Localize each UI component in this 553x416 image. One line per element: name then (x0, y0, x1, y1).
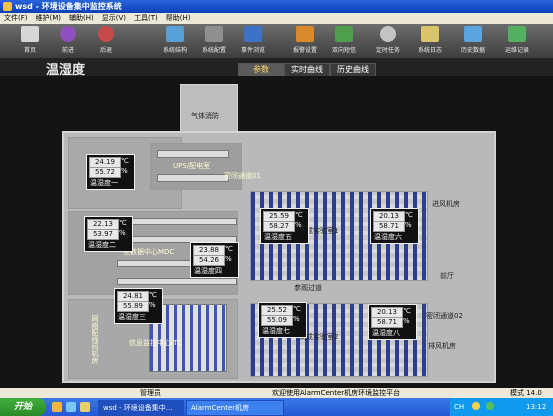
room-fire-protection: 气体消防 (180, 84, 238, 136)
menu-bar: 文件(F) 维护(M) 辅助(H) 显示(V) 工具(T) 帮助(H) (0, 13, 553, 24)
menu-assist[interactable]: 辅助(H) (65, 13, 98, 24)
sensor-3[interactable]: 24.81 ℃ 55.89% 温湿度三 (114, 288, 163, 324)
two-way-sms-button[interactable]: 双向短信 (327, 26, 361, 56)
history-icon (464, 26, 482, 42)
room-label-exhaust: 排风机房 (428, 342, 456, 350)
home-button[interactable]: 首页 (12, 26, 48, 56)
timer-icon (380, 26, 396, 42)
task-alarmcenter-window[interactable]: AlarmCenter机房 (186, 400, 284, 416)
system-structure-button[interactable]: 系统结构 (158, 26, 192, 56)
sensor-8[interactable]: 20.13 ℃ 58.71% 温湿度八 (368, 304, 417, 340)
room-label-ups: UPS/配电室 (173, 162, 211, 170)
forward-button[interactable]: 前进 (50, 26, 86, 56)
task-monitor-window[interactable]: wsd - 环境设备集中... (98, 400, 184, 416)
room-label-inlet: 进风机房 (432, 200, 460, 208)
room-label-lobby: 前厅 (440, 272, 454, 280)
menu-tools[interactable]: 工具(T) (130, 13, 162, 24)
app-icon (3, 2, 12, 11)
ie-icon[interactable] (52, 402, 62, 412)
menu-help[interactable]: 帮助(H) (162, 13, 195, 24)
sensor-6[interactable]: 20.13 ℃ 58.71% 温湿度六 (370, 208, 419, 244)
window-title: wsd - 环境设备集中监控系统 (15, 2, 122, 11)
sensor-5[interactable]: 25.59 ℃ 58.27% 温湿度五 (260, 208, 309, 244)
toolbar: 首页 前进 后退 系统结构 系统配置 事件浏览 报警设置 双向短信 定时任务 系… (0, 24, 553, 58)
menu-file[interactable]: 文件(F) (0, 13, 32, 24)
window-titlebar: wsd - 环境设备集中监控系统 (0, 0, 553, 13)
history-data-button[interactable]: 历史数据 (456, 26, 490, 56)
sensor-1[interactable]: 24.19 ℃ 55.72% 温湿度一 (86, 154, 135, 190)
system-log-button[interactable]: 系统日志 (413, 26, 447, 56)
room-label-visit-corridor: 参观过道 (294, 284, 322, 292)
tab-history-curve[interactable]: 历史曲线 (330, 63, 376, 77)
tray-clock: 13:12 (526, 403, 547, 411)
tray-network-icon[interactable] (486, 402, 494, 410)
room-ups: UPS/配电室 (150, 143, 242, 190)
room-label-corridor1: 密闭通道01 (224, 172, 261, 180)
config-icon (205, 26, 223, 42)
menu-view[interactable]: 显示(V) (98, 13, 130, 24)
alarm-icon (296, 26, 314, 42)
sensor-4[interactable]: 23.88 ℃ 54.26% 温湿度四 (190, 242, 239, 278)
floor-plan-view: 气体消防 UPS/配电室 密闭通道01 主数据中心MDC 集成实验室1 进风机房… (0, 76, 553, 388)
tray-lang[interactable]: CH (454, 398, 464, 416)
status-user: 管理员 (140, 389, 161, 397)
page-header: 温湿度 参数 实时曲线 历史曲线 (0, 58, 553, 78)
sms-icon (335, 26, 353, 42)
room-label-fire: 气体消防 (191, 112, 219, 120)
start-button[interactable]: 开始 (0, 398, 46, 416)
tab-realtime-curve[interactable]: 实时曲线 (284, 63, 330, 77)
alarm-settings-button[interactable]: 报警设置 (288, 26, 322, 56)
taskbar: 开始 wsd - 环境设备集中... AlarmCenter机房 CH 13:1… (0, 398, 553, 416)
sensor-2[interactable]: 22.13 ℃ 53.97% 温湿度二 (84, 216, 133, 252)
room-label-corridor2: 密闭通道02 (426, 312, 463, 320)
room-label-network: 网络配线间机房 (91, 315, 99, 364)
forward-icon (60, 26, 76, 42)
status-bar: 管理员 欢迎使用AlarmCenter机房环境监控平台 模式 14.0 (0, 388, 553, 398)
tab-parameters[interactable]: 参数 (238, 63, 284, 77)
maintenance-icon (508, 26, 526, 42)
menu-maintain[interactable]: 维护(M) (32, 13, 66, 24)
tray-status-icon[interactable] (472, 402, 480, 410)
room-label-itc: 信息监控中心ITC (129, 339, 182, 347)
home-icon (21, 26, 39, 42)
system-tray: CH 13:12 (450, 398, 553, 416)
status-extra: 模式 14.0 (510, 389, 542, 397)
scheduled-tasks-button[interactable]: 定时任务 (371, 26, 405, 56)
events-icon (244, 26, 262, 42)
structure-icon (166, 26, 184, 42)
log-icon (421, 26, 439, 42)
sensor-7[interactable]: 25.52 ℃ 55.09% 温湿度七 (258, 302, 307, 338)
maintenance-record-button[interactable]: 运维记录 (500, 26, 534, 56)
status-message: 欢迎使用AlarmCenter机房环境监控平台 (272, 389, 401, 397)
back-icon (98, 26, 114, 42)
back-button[interactable]: 后退 (88, 26, 124, 56)
system-config-button[interactable]: 系统配置 (197, 26, 231, 56)
event-browse-button[interactable]: 事件浏览 (236, 26, 270, 56)
folder-icon[interactable] (80, 402, 90, 412)
desktop-icon[interactable] (66, 402, 76, 412)
